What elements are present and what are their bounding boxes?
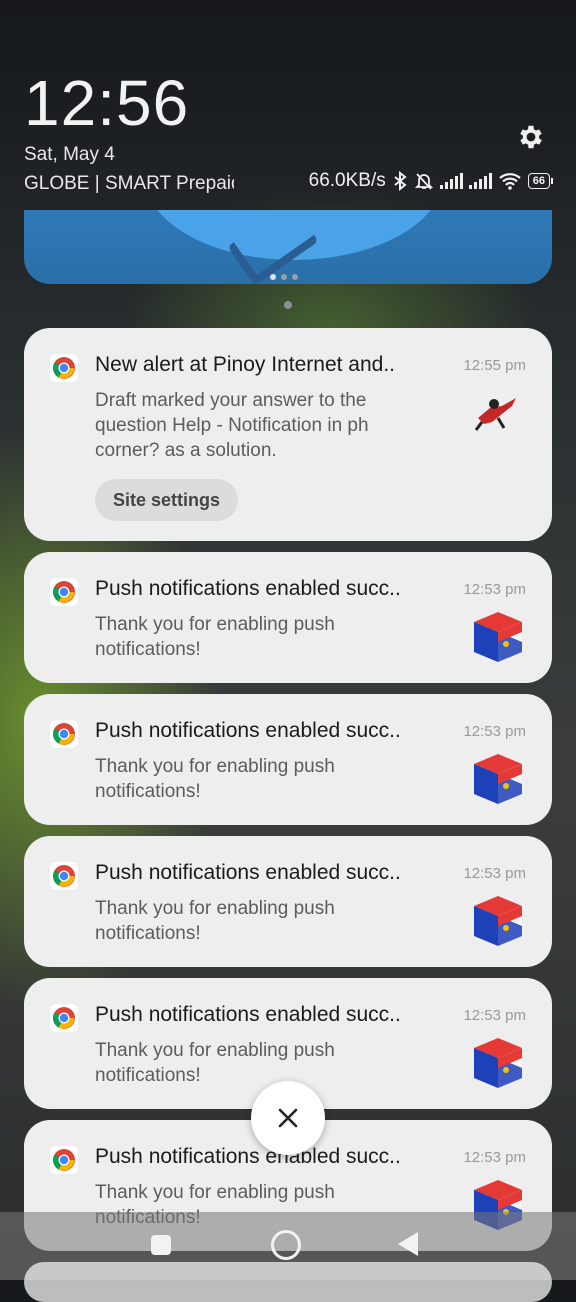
- chrome-icon: [50, 1146, 78, 1174]
- carousel-dots: [270, 274, 298, 280]
- notification-title: Push notifications enabled succ..: [95, 719, 401, 742]
- notification-card[interactable]: Push notifications enabled succ.. 12:53 …: [24, 836, 552, 967]
- notification-time: 12:53 pm: [463, 1007, 526, 1024]
- page-indicator: [284, 301, 292, 309]
- date: Sat, May 4: [24, 144, 115, 165]
- home-button[interactable]: [271, 1230, 301, 1260]
- recents-button[interactable]: [151, 1235, 171, 1255]
- status-icons: 66.0KB/s 66: [308, 170, 554, 192]
- notification-body: Draft marked your answer to the question…: [95, 390, 369, 461]
- chrome-icon: [50, 1004, 78, 1032]
- battery-icon: 66: [527, 173, 554, 189]
- chrome-icon: [50, 862, 78, 890]
- notification-time: 12:53 pm: [463, 1149, 526, 1166]
- close-icon: [278, 1108, 298, 1128]
- notification-time: 12:53 pm: [463, 581, 526, 598]
- notification-title: Push notifications enabled succ..: [95, 1003, 401, 1026]
- site-settings-button[interactable]: Site settings: [95, 479, 239, 521]
- network-speed: 66.0KB/s: [308, 170, 386, 191]
- notification-body: Thank you for enabling push notification…: [95, 898, 335, 944]
- mute-icon: [414, 173, 433, 190]
- chrome-icon: [50, 578, 78, 606]
- notification-body: Thank you for enabling push notification…: [95, 614, 335, 660]
- clear-notifications-button[interactable]: [251, 1081, 325, 1155]
- notification-card[interactable]: Push notifications enabled succ.. 12:53 …: [24, 552, 552, 683]
- notification-time: 12:53 pm: [463, 723, 526, 740]
- back-button[interactable]: [398, 1232, 418, 1256]
- notification-title: Push notifications enabled succ..: [95, 861, 401, 884]
- notification-title: Push notifications enabled succ..: [95, 577, 401, 600]
- notification-body: Thank you for enabling push notification…: [95, 756, 335, 802]
- ph-flag-cube-thumbnail: [474, 1038, 522, 1088]
- chrome-icon: [50, 720, 78, 748]
- notification-card[interactable]: New alert at Pinoy Internet and.. 12:55 …: [24, 328, 552, 541]
- signal-2-icon: [468, 173, 492, 189]
- bluetooth-icon: [394, 171, 407, 191]
- notification-card-partial[interactable]: [24, 1262, 552, 1302]
- ph-flag-cube-thumbnail: [474, 896, 522, 946]
- clock: 12:56: [24, 67, 190, 139]
- ph-flag-cube-thumbnail: [474, 754, 522, 804]
- notification-time: 12:55 pm: [463, 357, 526, 374]
- media-card[interactable]: [24, 210, 552, 284]
- notification-title: New alert at Pinoy Internet and..: [95, 353, 395, 376]
- ph-flag-cube-thumbnail: [474, 612, 522, 662]
- chrome-icon: [50, 354, 78, 382]
- wifi-icon: [499, 173, 521, 190]
- gear-icon[interactable]: [516, 122, 546, 152]
- notification-time: 12:53 pm: [463, 865, 526, 882]
- signal-1-icon: [439, 173, 463, 189]
- notification-body: Thank you for enabling push notification…: [95, 1040, 335, 1086]
- carrier-name: GLOBE | SMART Prepaid: [24, 173, 234, 194]
- notification-card[interactable]: Push notifications enabled succ.. 12:53 …: [24, 694, 552, 825]
- racer-thumbnail: [468, 384, 526, 442]
